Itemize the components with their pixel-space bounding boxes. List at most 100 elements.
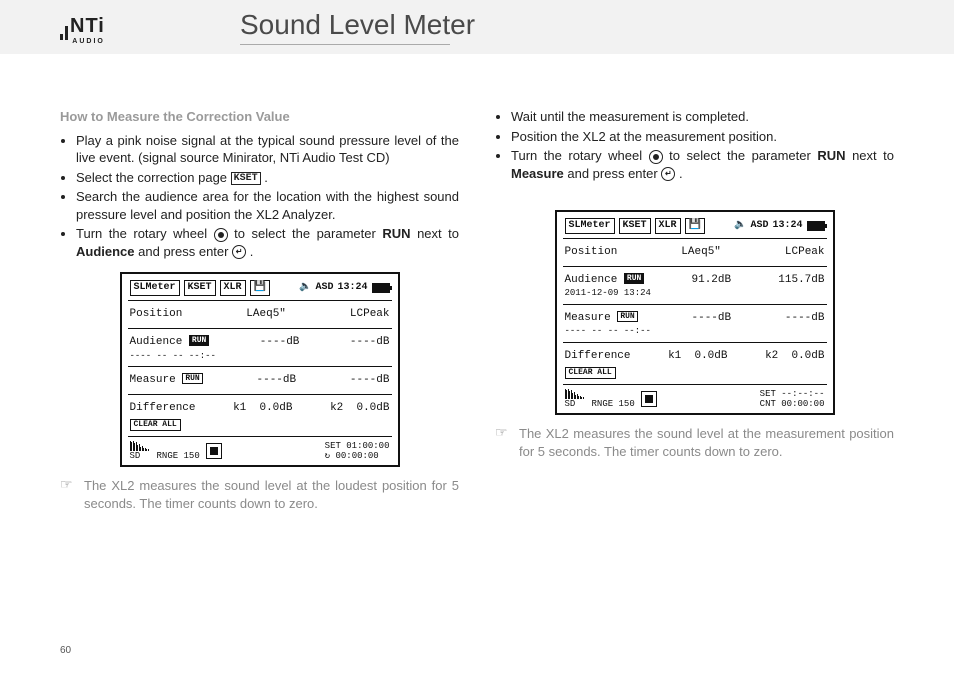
steps-list-b: Wait until the measurement is completed.…	[495, 108, 894, 182]
enter-icon	[661, 167, 675, 181]
diff-k2: 0.0dB	[356, 402, 389, 414]
top-bar	[0, 0, 954, 54]
level-bars-icon	[130, 441, 200, 451]
stop-icon	[206, 443, 222, 459]
clock-value: 13:24	[772, 219, 802, 233]
step-item: Select the correction page KSET .	[76, 169, 459, 187]
run-badge: RUN	[189, 335, 209, 346]
header-row: Position LAeq5" LCPeak	[130, 305, 390, 324]
note-a: ☞ The XL2 measures the sound level at th…	[60, 477, 459, 512]
difference-row: Difference k1 0.0dB k2 0.0dB	[130, 399, 390, 418]
set-timer: 01:00:00	[346, 441, 389, 451]
cnt-label: CNT	[760, 399, 776, 409]
tab-xlr: XLR	[655, 218, 681, 234]
column-right: Wait until the measurement is completed.…	[495, 108, 894, 641]
asd-label: ASD	[750, 219, 768, 233]
audience-lcpeak: 115.7dB	[778, 273, 824, 288]
audience-label: Audience	[565, 274, 618, 286]
title-underline	[240, 44, 450, 45]
difference-label: Difference	[565, 349, 631, 364]
diff-k2: 0.0dB	[791, 350, 824, 362]
measure-laeq: ----dB	[257, 373, 297, 388]
screen-footer: SD RNGE 150 SET 01:00:00 ↻ 00:00:00	[130, 441, 390, 461]
step-item: Turn the rotary wheel to select the para…	[511, 147, 894, 182]
hand-icon: ☞	[60, 477, 74, 512]
tab-xlr: XLR	[220, 280, 246, 296]
col-laeq: LAeq5"	[681, 245, 721, 260]
audience-laeq: ----dB	[260, 335, 300, 350]
audience-row: Audience RUN ----dB ----dB	[130, 333, 390, 352]
speaker-icon: 🔈	[734, 219, 746, 233]
battery-icon	[807, 221, 825, 231]
step-item: Play a pink noise signal at the typical …	[76, 132, 459, 167]
tab-slmeter: SLMeter	[565, 218, 615, 234]
step-item: Turn the rotary wheel to select the para…	[76, 225, 459, 260]
screen-topbar: SLMeter KSET XLR 💾 🔈 ASD 13:24	[565, 218, 825, 234]
measure-lcpeak: ----dB	[350, 373, 390, 388]
audience-sub: 2011-12-09 13:24	[565, 287, 825, 299]
rotary-wheel-icon	[649, 150, 663, 164]
header-row: Position LAeq5" LCPeak	[565, 243, 825, 262]
stop-icon	[641, 391, 657, 407]
content: How to Measure the Correction Value Play…	[60, 108, 894, 641]
col-position: Position	[130, 307, 183, 322]
col-lcpeak: LCPeak	[350, 307, 390, 322]
cnt-timer: 00:00:00	[781, 399, 824, 409]
run-badge: RUN	[182, 373, 202, 384]
save-icon: 💾	[685, 218, 705, 234]
note-text: The XL2 measures the sound level at the …	[84, 477, 459, 512]
screen-footer: SD RNGE 150 SET --:--:-- CNT 00:00:00	[565, 389, 825, 409]
col-laeq: LAeq5"	[246, 307, 286, 322]
measure-sub: ---- -- -- --:--	[565, 325, 825, 337]
enter-icon	[232, 245, 246, 259]
run-badge: RUN	[617, 311, 637, 322]
clear-all-button: CLEAR ALL	[565, 367, 616, 379]
set-timer: --:--:--	[781, 389, 824, 399]
note-b: ☞ The XL2 measures the sound level at th…	[495, 425, 894, 460]
difference-label: Difference	[130, 401, 196, 416]
tab-slmeter: SLMeter	[130, 280, 180, 296]
save-icon: 💾	[250, 280, 270, 296]
kset-icon: KSET	[231, 172, 261, 185]
step-item: Search the audience area for the locatio…	[76, 188, 459, 223]
battery-icon	[372, 283, 390, 293]
diff-k1: 0.0dB	[694, 350, 727, 362]
measure-laeq: ----dB	[692, 311, 732, 326]
measure-label: Measure	[565, 312, 611, 324]
hand-icon: ☞	[495, 425, 509, 460]
rotary-wheel-icon	[214, 228, 228, 242]
audience-sub: ---- -- -- --:--	[130, 350, 390, 362]
screen-topbar: SLMeter KSET XLR 💾 🔈 ASD 13:24	[130, 280, 390, 296]
page: NTi AUDIO Sound Level Meter How to Measu…	[0, 0, 954, 673]
audience-lcpeak: ----dB	[350, 335, 390, 350]
speaker-icon: 🔈	[299, 281, 311, 295]
note-text: The XL2 measures the sound level at the …	[519, 425, 894, 460]
tab-kset: KSET	[619, 218, 651, 234]
col-position: Position	[565, 245, 618, 260]
audience-label: Audience	[130, 336, 183, 348]
device-screen-b: SLMeter KSET XLR 💾 🔈 ASD 13:24 Position …	[555, 210, 835, 415]
steps-list-a: Play a pink noise signal at the typical …	[60, 132, 459, 261]
audience-laeq: 91.2dB	[692, 273, 732, 288]
step-item: Position the XL2 at the measurement posi…	[511, 128, 894, 146]
measure-row: Measure RUN ----dB ----dB	[130, 371, 390, 390]
repeat-timer: 00:00:00	[336, 451, 379, 461]
page-number: 60	[60, 644, 71, 658]
section-heading: How to Measure the Correction Value	[60, 108, 459, 126]
brand-sub: AUDIO	[72, 37, 105, 46]
page-title: Sound Level Meter	[240, 6, 475, 44]
measure-label: Measure	[130, 374, 176, 386]
clear-all-button: CLEAR ALL	[130, 419, 181, 431]
brand-logo: NTi AUDIO	[60, 10, 105, 40]
difference-row: Difference k1 0.0dB k2 0.0dB	[565, 347, 825, 366]
col-lcpeak: LCPeak	[785, 245, 825, 260]
clock-value: 13:24	[337, 281, 367, 295]
step-item: Wait until the measurement is completed.	[511, 108, 894, 126]
run-badge: RUN	[624, 273, 644, 284]
device-screen-a: SLMeter KSET XLR 💾 🔈 ASD 13:24 Position …	[120, 272, 400, 467]
level-bars-icon	[565, 389, 635, 399]
measure-lcpeak: ----dB	[785, 311, 825, 326]
tab-kset: KSET	[184, 280, 216, 296]
diff-k1: 0.0dB	[259, 402, 292, 414]
asd-label: ASD	[315, 281, 333, 295]
